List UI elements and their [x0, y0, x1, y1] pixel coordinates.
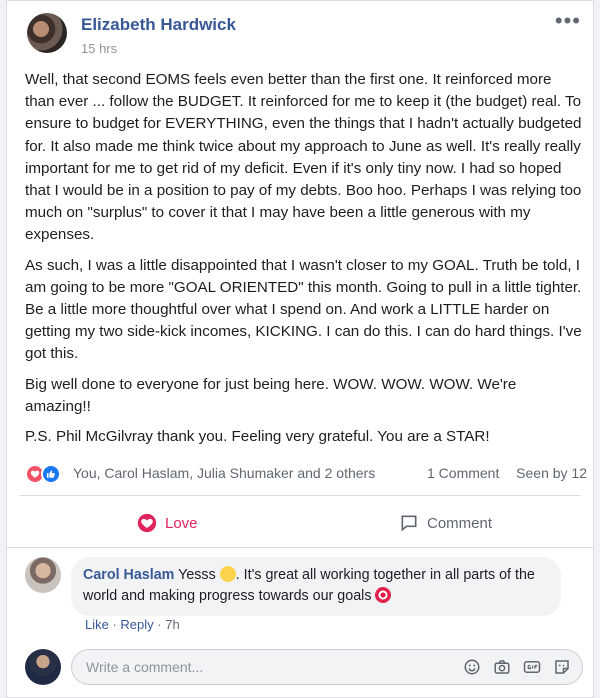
smiley-icon[interactable]	[462, 657, 482, 677]
comment-count[interactable]: 1 Comment	[427, 465, 499, 481]
comment-meta: Like · Reply · 7h	[85, 617, 180, 632]
heart-icon	[137, 513, 157, 533]
ps-suffix: thank you. Feeling very grateful. You ar…	[153, 428, 490, 446]
comment-label: Comment	[427, 514, 493, 532]
post-card: Elizabeth Hardwick 15 hrs ••• Well, that…	[6, 0, 594, 698]
commenter-name[interactable]: Carol Haslam	[83, 567, 174, 583]
divider	[7, 547, 593, 548]
reactions-summary: You, Carol Haslam, Julia Shumaker and 2 …	[21, 463, 587, 485]
mention-link[interactable]: Phil McGilvray	[56, 428, 153, 445]
author-avatar[interactable]	[27, 13, 67, 53]
comment-input-placeholder: Write a comment...	[86, 659, 204, 675]
reaction-names[interactable]: You, Carol Haslam, Julia Shumaker and 2 …	[73, 465, 375, 481]
love-label: Love	[165, 514, 198, 532]
comment-bubble: Carol Haslam Yesss . It's great all work…	[71, 557, 561, 616]
post-paragraph-1: Well, that second EOMS feels even better…	[25, 71, 582, 244]
post-paragraph-ps: P.S. Phil McGilvray thank you. Feeling v…	[25, 426, 585, 448]
seen-by[interactable]: Seen by 12	[516, 465, 587, 481]
comment-reply-link[interactable]: Reply	[120, 617, 153, 632]
ps-prefix: P.S.	[25, 428, 56, 446]
post-text: Well, that second EOMS feels even better…	[25, 69, 585, 456]
gif-icon[interactable]	[522, 657, 542, 677]
post-timestamp[interactable]: 15 hrs	[81, 41, 117, 56]
camera-icon[interactable]	[492, 657, 512, 677]
post-paragraph-3: Big well done to everyone for just being…	[25, 375, 517, 415]
comment-icon	[399, 513, 419, 533]
love-button[interactable]: Love	[137, 501, 198, 545]
clap-emoji-icon	[219, 566, 236, 582]
meta-separator: ·	[108, 617, 121, 632]
like-reaction-icon	[41, 464, 61, 484]
comment-text-part1: Yesss	[174, 567, 220, 583]
meta-separator: ·	[153, 617, 166, 632]
post-paragraph-2: As such, I was a little disappointed tha…	[25, 256, 582, 363]
author-name[interactable]: Elizabeth Hardwick	[81, 15, 236, 35]
comment-composer: Write a comment...	[25, 647, 585, 687]
comment-like-link[interactable]: Like	[85, 617, 109, 632]
more-icon[interactable]: •••	[555, 10, 581, 32]
current-user-avatar[interactable]	[25, 649, 61, 685]
target-emoji-icon	[375, 587, 392, 603]
comment-timestamp[interactable]: 7h	[165, 617, 179, 632]
post-header: Elizabeth Hardwick 15 hrs •••	[19, 10, 581, 61]
sticker-icon[interactable]	[552, 657, 572, 677]
comment-button[interactable]: Comment	[399, 501, 492, 545]
comment-input[interactable]: Write a comment...	[71, 649, 583, 685]
commenter-avatar[interactable]	[25, 557, 61, 593]
composer-tools	[462, 657, 572, 677]
reaction-icons[interactable]	[25, 464, 69, 484]
post-actions: Love Comment	[19, 501, 581, 545]
divider	[19, 495, 581, 496]
